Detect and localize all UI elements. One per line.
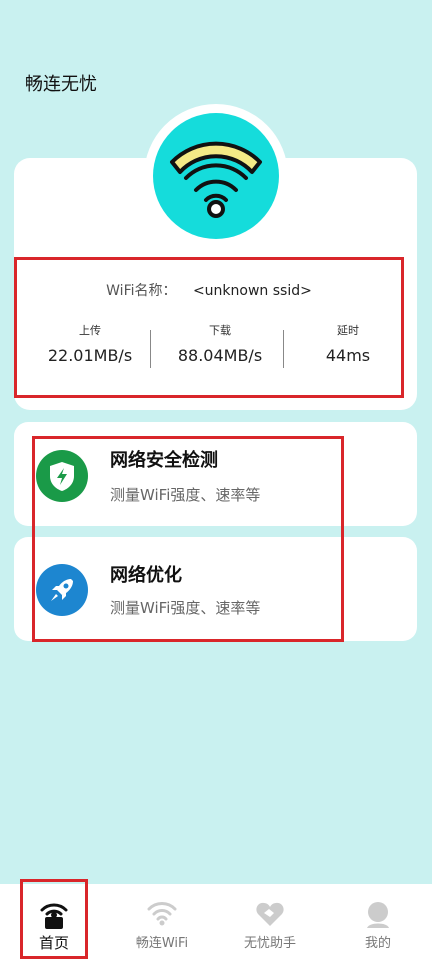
wifi-badge [144,104,288,248]
ssid-label: WiFi名称： [106,283,177,299]
wifi-info-panel: WiFi名称： <unknown ssid> 上传 22.01MB/s 下载 8… [14,257,404,398]
helper-heart-icon [216,900,324,936]
tab-profile[interactable]: 我的 [324,884,432,964]
features-highlight [32,436,344,642]
app-title: 畅连无忧 [25,74,97,95]
divider [150,330,151,368]
ssid-row: WiFi名称： <unknown ssid> [17,280,401,300]
wifi-icon [170,141,262,218]
wifi-icon [108,900,216,936]
latency-stat: 延时 44ms [285,322,411,365]
wifi-badge-circle [153,113,279,239]
latency-label: 延时 [337,324,359,337]
active-tab-highlight [20,879,88,959]
divider [283,330,284,368]
download-stat: 下载 88.04MB/s [157,322,283,365]
latency-value: 44ms [325,346,371,365]
tab-label: 畅连WiFi [135,936,189,951]
tab-wifi[interactable]: 畅连WiFi [108,884,216,964]
tab-helper[interactable]: 无忧助手 [216,884,324,964]
upload-value: 22.01MB/s [47,346,133,365]
profile-icon [324,900,432,936]
upload-stat: 上传 22.01MB/s [27,322,153,365]
ssid-value: <unknown ssid> [192,283,312,299]
download-label: 下载 [209,324,231,337]
tab-label: 无忧助手 [243,936,296,951]
download-value: 88.04MB/s [177,346,263,365]
tab-label: 我的 [364,936,391,951]
upload-label: 上传 [79,324,101,337]
